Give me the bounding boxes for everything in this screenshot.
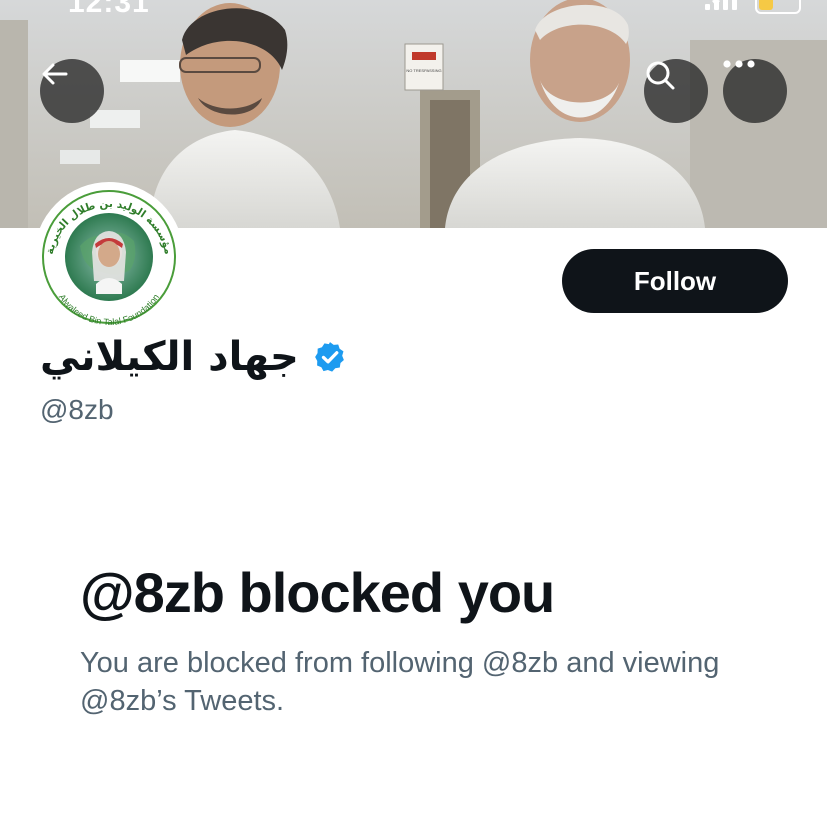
foundation-logo: مؤسسة الوليد بن طلال الخيرية Alwaleed Bi… — [39, 187, 179, 327]
back-button[interactable] — [40, 59, 104, 123]
battery-icon — [755, 0, 801, 14]
blocked-title: @8zb blocked you — [80, 561, 555, 624]
arrow-left-icon — [42, 63, 68, 85]
verified-badge-icon[interactable] — [313, 340, 347, 374]
banner-sign-text: NO TRESPASSING — [406, 68, 441, 73]
profile-handle: @8zb — [40, 394, 114, 425]
status-icons — [705, 0, 801, 14]
follow-button[interactable]: Follow — [562, 249, 788, 313]
profile-name-row: جهاد الكيلاني — [40, 334, 347, 380]
more-horizontal-icon — [723, 60, 755, 68]
search-button[interactable] — [644, 59, 708, 123]
more-button[interactable] — [723, 59, 787, 123]
wifi-icon — [712, 0, 720, 6]
status-time: 12:31 — [68, 0, 150, 19]
profile-avatar[interactable]: مؤسسة الوليد بن طلال الخيرية Alwaleed Bi… — [34, 182, 184, 332]
blocked-description: You are blocked from following @8zb and … — [80, 647, 720, 717]
search-icon — [646, 61, 675, 90]
profile-display-name: جهاد الكيلاني — [40, 334, 299, 380]
